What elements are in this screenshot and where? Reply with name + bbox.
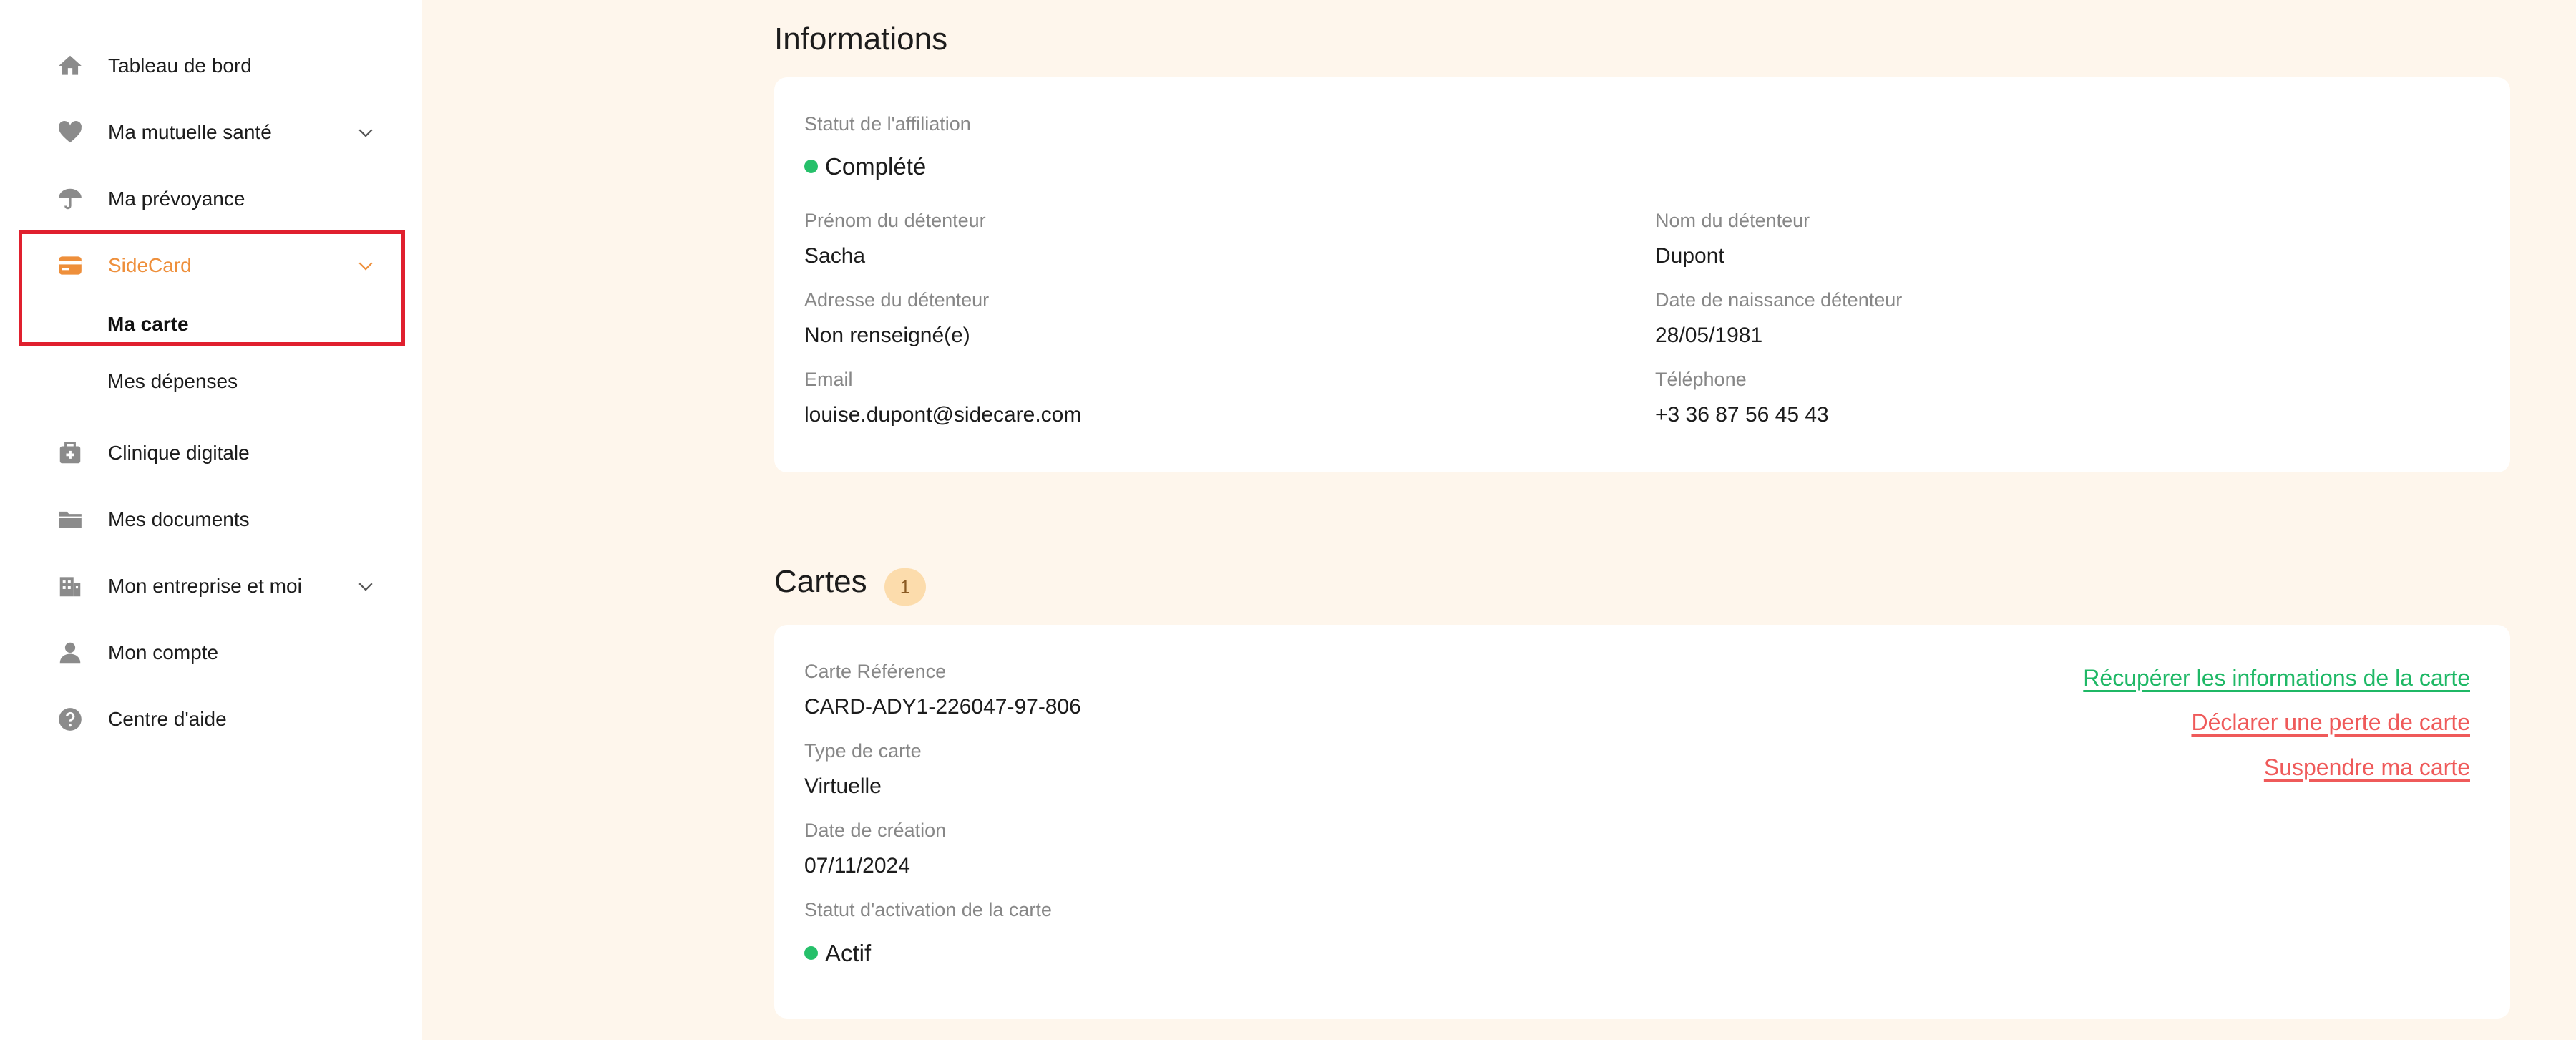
home-icon: [56, 52, 84, 80]
sidebar: Tableau de bord Ma mutuelle santé Ma pré…: [0, 0, 422, 1040]
cartes-panel: Carte Référence CARD-ADY1-226047-97-806 …: [774, 625, 2510, 1019]
first-name-value: Sacha: [804, 244, 866, 268]
activation-status: Actif: [804, 940, 871, 967]
birthdate-label: Date de naissance détenteur: [1655, 289, 1903, 311]
status-dot-icon: [804, 946, 818, 960]
informations-title: Informations: [774, 21, 948, 57]
cartes-count-badge: 1: [884, 568, 926, 606]
help-icon: [56, 705, 84, 734]
birthdate-value: 28/05/1981: [1655, 324, 1763, 347]
sidebar-item-label: Tableau de bord: [108, 54, 252, 77]
sidebar-item-label: Mes documents: [108, 508, 250, 530]
sidebar-item-clinique-digitale[interactable]: Clinique digitale: [56, 428, 385, 478]
activation-status-label: Statut d'activation de la carte: [804, 899, 1052, 920]
sidebar-item-tableau-de-bord[interactable]: Tableau de bord: [56, 41, 385, 91]
umbrella-icon: [56, 185, 84, 213]
medical-kit-icon: [56, 439, 84, 467]
suspend-card-link[interactable]: Suspendre ma carte: [2264, 754, 2470, 781]
activation-status-value: Actif: [825, 940, 872, 966]
first-name-label: Prénom du détenteur: [804, 210, 986, 231]
chevron-down-icon[interactable]: [355, 575, 376, 597]
phone-value: +3 36 87 56 45 43: [1655, 403, 1829, 427]
sidebar-item-ma-mutuelle-sante[interactable]: Ma mutuelle santé: [56, 107, 385, 157]
sidebar-item-label: Mon compte: [108, 641, 219, 664]
chevron-down-icon[interactable]: [355, 122, 376, 143]
phone-label: Téléphone: [1655, 369, 1747, 390]
building-icon: [56, 572, 84, 601]
heart-icon: [56, 118, 84, 147]
sidebar-item-label: Ma prévoyance: [108, 188, 245, 210]
status-dot-icon: [804, 159, 818, 173]
card-type-value: Virtuelle: [804, 774, 882, 798]
address-label: Adresse du détenteur: [804, 289, 990, 311]
last-name-value: Dupont: [1655, 244, 1724, 268]
affiliation-label: Statut de l'affiliation: [804, 113, 971, 135]
address-value: Non renseigné(e): [804, 324, 970, 347]
sidebar-item-label: Centre d'aide: [108, 708, 227, 730]
creation-date-value: 07/11/2024: [804, 854, 910, 878]
highlight-box: [19, 230, 405, 346]
email-label: Email: [804, 369, 853, 390]
cartes-title: Cartes: [774, 564, 867, 599]
last-name-label: Nom du détenteur: [1655, 210, 1810, 231]
sidebar-item-mon-entreprise-et-moi[interactable]: Mon entreprise et moi: [56, 561, 385, 611]
sidebar-item-centre-d-aide[interactable]: Centre d'aide: [56, 694, 385, 744]
card-reference-label: Carte Référence: [804, 661, 947, 682]
informations-panel: Statut de l'affiliation Complété Prénom …: [774, 77, 2510, 472]
sidebar-item-label: Mon entreprise et moi: [108, 575, 302, 597]
affiliation-status: Complété: [804, 153, 926, 180]
card-reference-value: CARD-ADY1-226047-97-806: [804, 695, 1081, 719]
creation-date-label: Date de création: [804, 820, 947, 841]
sidebar-item-label: Clinique digitale: [108, 442, 250, 464]
card-type-label: Type de carte: [804, 740, 922, 762]
sidebar-item-ma-prevoyance[interactable]: Ma prévoyance: [56, 174, 385, 224]
sidebar-item-mes-documents[interactable]: Mes documents: [56, 495, 385, 545]
sidebar-subitem-mes-depenses[interactable]: Mes dépenses: [107, 370, 238, 393]
user-icon: [56, 638, 84, 667]
folder-icon: [56, 505, 84, 534]
retrieve-card-info-link[interactable]: Récupérer les informations de la carte: [2083, 665, 2470, 691]
sidebar-item-mon-compte[interactable]: Mon compte: [56, 628, 385, 678]
affiliation-value: Complété: [825, 153, 927, 180]
sidebar-item-label: Ma mutuelle santé: [108, 121, 272, 143]
email-value: louise.dupont@sidecare.com: [804, 403, 1082, 427]
declare-card-loss-link[interactable]: Déclarer une perte de carte: [2191, 709, 2470, 736]
